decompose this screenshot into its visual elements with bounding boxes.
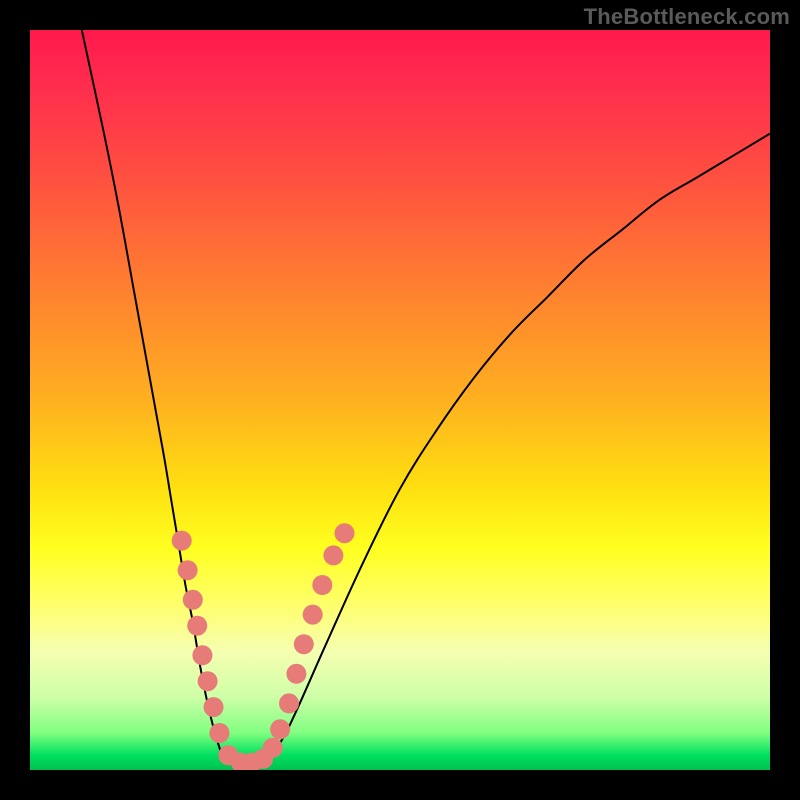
data-dot <box>270 719 290 739</box>
data-dot <box>303 605 323 625</box>
dots-group <box>172 523 355 770</box>
plot-area <box>30 30 770 770</box>
bottleneck-curve <box>82 30 770 766</box>
watermark-text: TheBottleneck.com <box>584 4 790 30</box>
data-dot <box>323 545 343 565</box>
data-dot <box>312 575 332 595</box>
data-dot <box>335 523 355 543</box>
curve-layer <box>30 30 770 770</box>
data-dot <box>294 634 314 654</box>
curves-group <box>82 30 770 766</box>
data-dot <box>198 671 218 691</box>
outer-frame: TheBottleneck.com <box>0 0 800 800</box>
data-dot <box>204 697 224 717</box>
data-dot <box>263 738 283 758</box>
data-dot <box>279 693 299 713</box>
data-dot <box>209 723 229 743</box>
data-dot <box>192 645 212 665</box>
data-dot <box>286 664 306 684</box>
data-dot <box>178 560 198 580</box>
data-dot <box>183 590 203 610</box>
data-dot <box>172 531 192 551</box>
data-dot <box>187 616 207 636</box>
